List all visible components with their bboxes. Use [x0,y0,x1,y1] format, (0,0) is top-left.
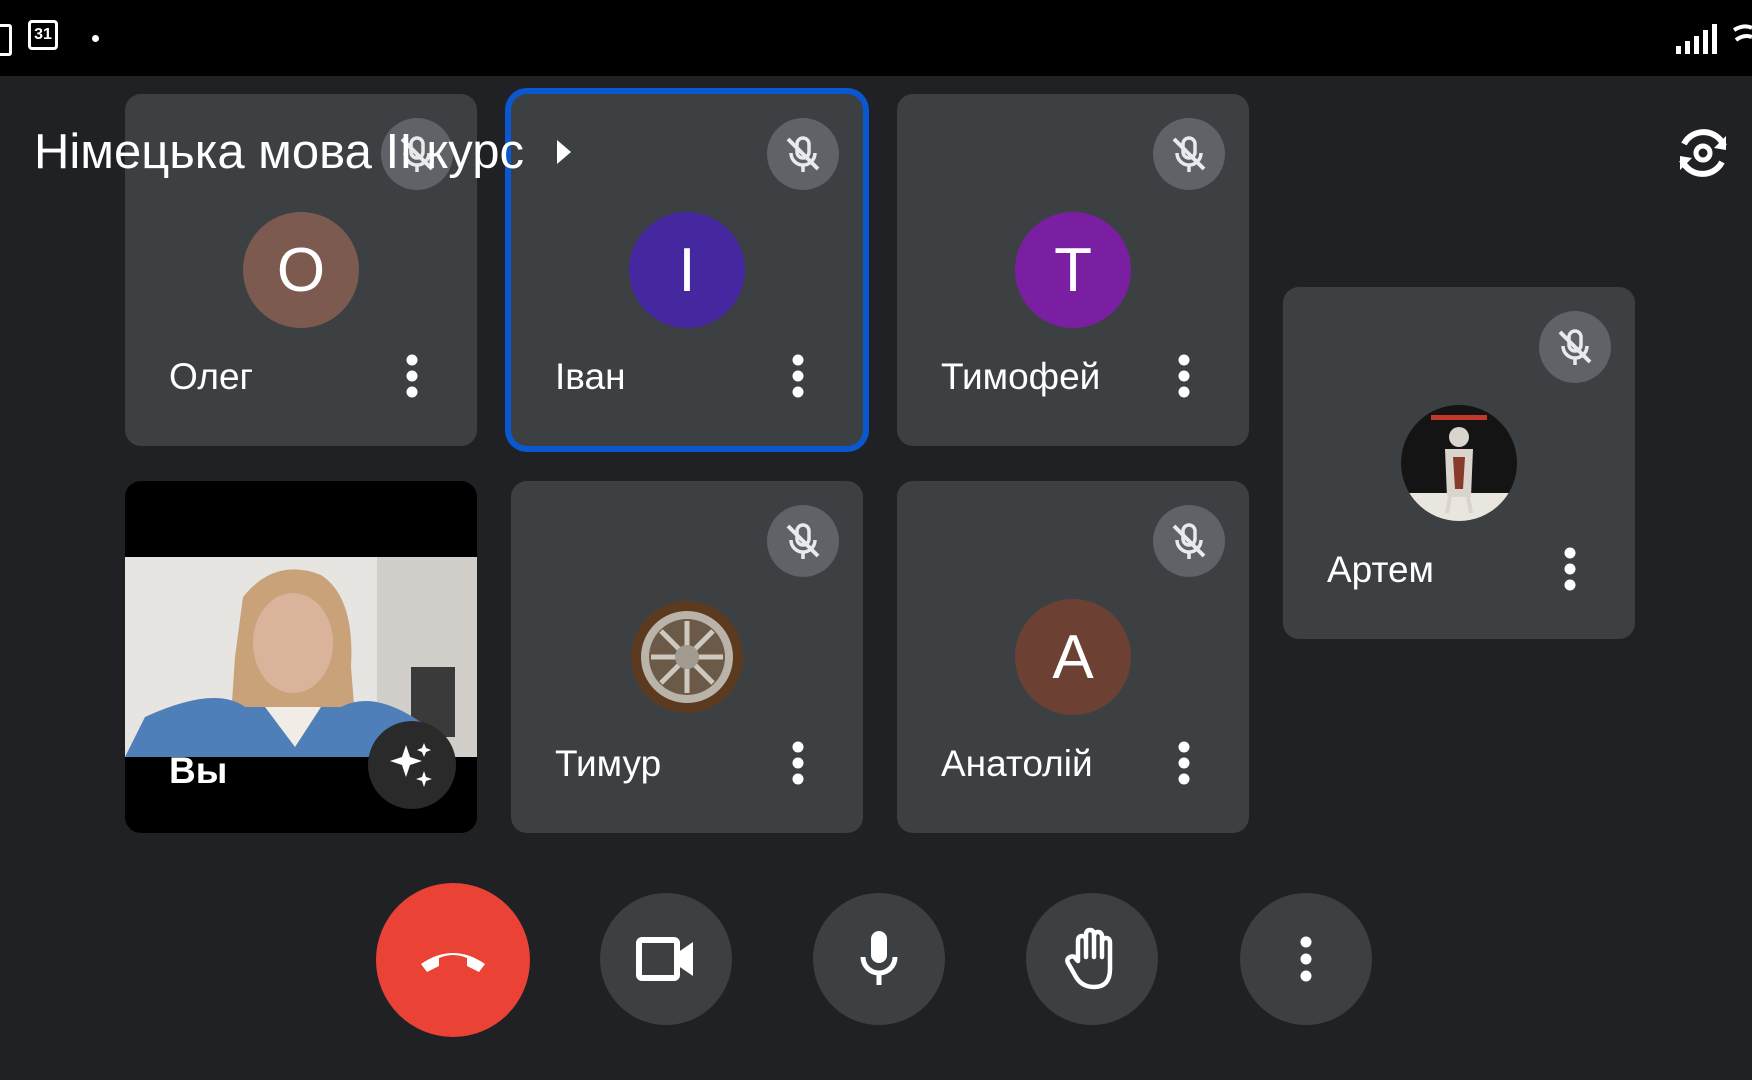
more-vert-icon[interactable] [787,352,809,400]
participant-tile-timofei[interactable]: Т Тимофей [897,94,1249,446]
more-vert-icon[interactable] [1559,545,1581,593]
self-name: Вы [169,750,228,791]
caret-right-icon[interactable] [555,138,573,166]
participant-name: Тимур [555,743,662,784]
avatar: А [1015,599,1131,715]
avatar: Т [1015,212,1131,328]
visual-effects-button[interactable] [368,721,456,809]
more-options-button[interactable] [1240,893,1372,1025]
more-vert-icon[interactable] [787,739,809,787]
avatar-initial: А [1052,622,1094,692]
hang-up-icon [421,953,485,972]
avatar-photo [629,599,745,715]
more-vert-icon[interactable] [401,352,423,400]
switch-camera-icon[interactable] [1670,120,1736,186]
participant-tile-anatolii[interactable]: А Анатолій [897,481,1249,833]
wifi-icon [1732,24,1752,42]
muted-mic-icon [1539,311,1611,383]
participant-name: Іван [555,356,626,397]
videocam-icon [636,937,693,981]
participant-tile-timur[interactable]: Тимур [511,481,863,833]
avatar: І [629,212,745,328]
end-call-button[interactable] [376,883,530,1037]
signal-icon [1676,24,1717,54]
muted-mic-icon [1153,118,1225,190]
avatar: О [243,212,359,328]
meeting-title[interactable]: Німецька мова ІІ курс [34,124,524,180]
screen-icon [0,24,12,56]
status-bar: 31 [0,0,1752,76]
avatar-initial: О [276,235,326,305]
more-vert-icon[interactable] [1173,352,1195,400]
notification-dot-icon [92,35,99,42]
more-vert-icon[interactable] [1173,739,1195,787]
participant-tile-artem[interactable]: Артем [1283,287,1635,639]
muted-mic-icon [1153,505,1225,577]
participant-name: Олег [169,356,254,397]
sparkle-icon [390,743,432,787]
mic-icon [860,931,898,985]
muted-mic-icon [767,505,839,577]
raise-hand-icon [1065,927,1113,990]
raise-hand-button[interactable] [1026,893,1158,1025]
avatar-initial: Т [1054,235,1092,305]
participant-name: Анатолій [941,743,1093,784]
calendar-day: 31 [34,26,52,43]
camera-button[interactable] [600,893,732,1025]
more-vert-icon [1300,936,1312,982]
avatar-initial: І [678,235,696,305]
muted-mic-icon [767,118,839,190]
microphone-button[interactable] [813,893,945,1025]
participant-name: Тимофей [941,356,1101,397]
avatar-photo [1401,405,1517,521]
calendar-icon: 31 [28,20,58,50]
participant-name: Артем [1327,549,1434,590]
